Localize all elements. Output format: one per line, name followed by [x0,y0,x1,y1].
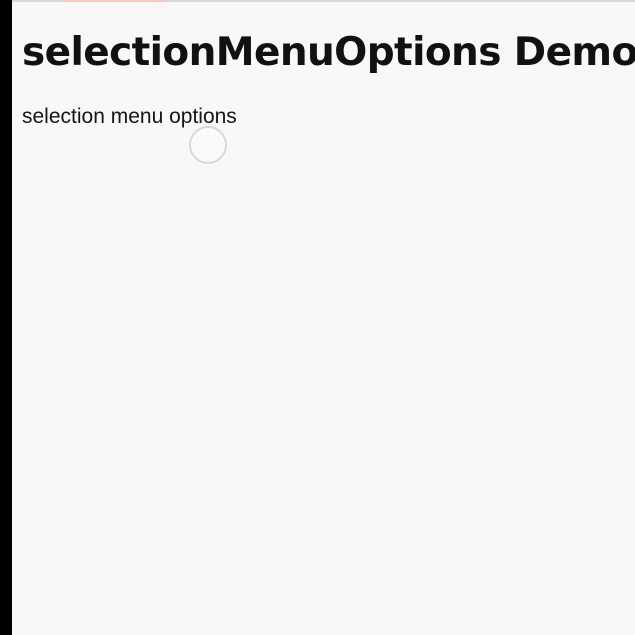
app-screen: selectionMenuOptions Demo selection menu… [12,0,635,635]
touch-indicator-icon [189,126,227,164]
page-title: selectionMenuOptions Demo [22,30,635,75]
top-accent-bar [62,0,166,2]
